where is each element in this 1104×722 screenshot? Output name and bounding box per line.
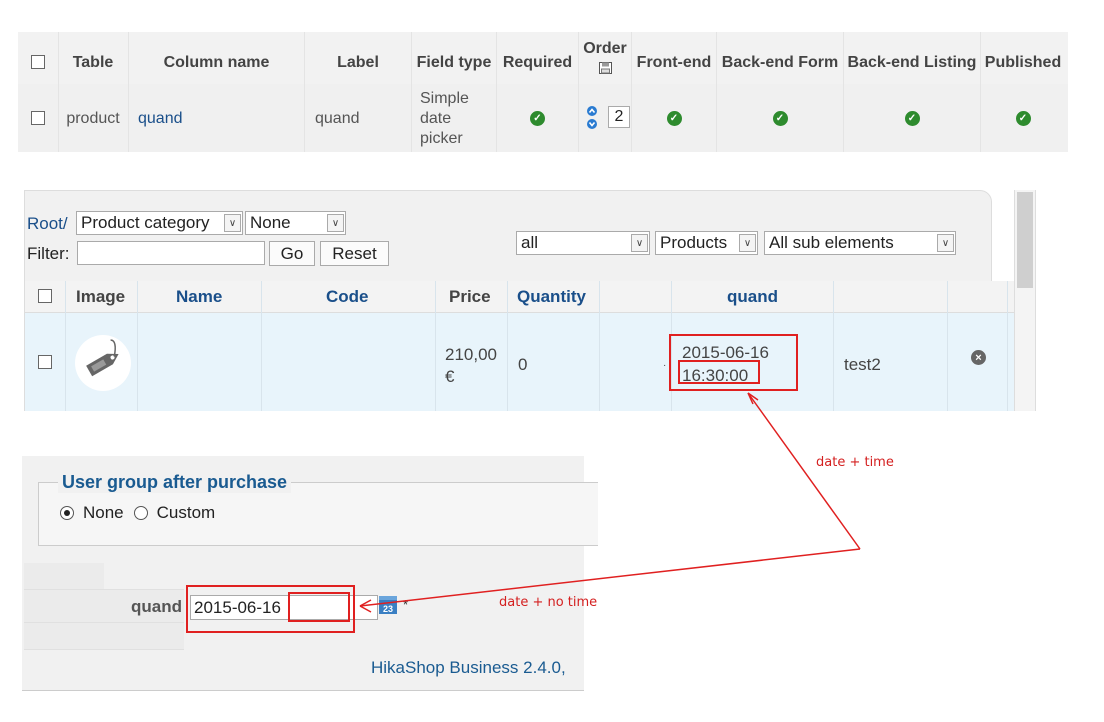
annotation-date-no-time: date + no time	[499, 595, 598, 610]
annotation-date-time: date + time	[816, 455, 894, 470]
annotation-arrows	[359, 392, 861, 613]
